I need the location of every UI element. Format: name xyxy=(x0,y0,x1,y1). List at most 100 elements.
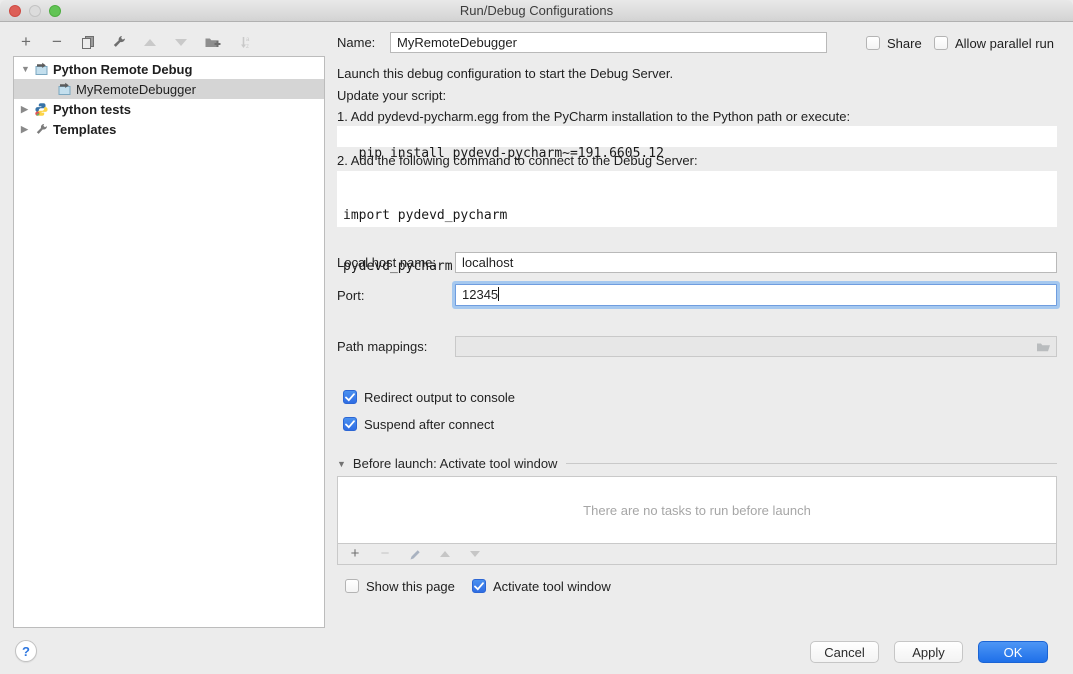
settrace-code-line1: import pydevd_pycharm xyxy=(343,207,1051,224)
pip-install-code: pip install pydevd-pycharm~=191.6605.12 xyxy=(337,126,1057,147)
tree-item-templates[interactable]: ▶ Templates xyxy=(14,119,324,139)
tree-item-myremotedebugger[interactable]: MyRemoteDebugger xyxy=(14,79,324,99)
update-script-text: Update your script: xyxy=(337,86,446,106)
triangle-down-glyph xyxy=(175,39,187,46)
run-debug-configurations-dialog: { "window": { "title": "Run/Debug Config… xyxy=(0,0,1073,674)
suspend-after-connect-row: Suspend after connect xyxy=(343,416,494,432)
disclosure-triangle-icon[interactable]: ▼ xyxy=(337,459,346,469)
tree-item-label: MyRemoteDebugger xyxy=(76,82,196,97)
move-up-icon xyxy=(141,33,159,51)
chevron-right-icon[interactable]: ▶ xyxy=(21,124,31,135)
minus-glyph: − xyxy=(52,34,62,50)
browse-folder-icon[interactable] xyxy=(1036,340,1051,354)
activate-tool-window-row: Activate tool window xyxy=(472,578,611,594)
redirect-output-checkbox[interactable] xyxy=(343,390,357,404)
port-label: Port: xyxy=(337,285,364,306)
path-mappings-label: Path mappings: xyxy=(337,336,427,357)
chevron-down-icon[interactable]: ▼ xyxy=(21,64,31,74)
check-icon xyxy=(474,582,484,591)
wrench-icon xyxy=(34,122,49,137)
path-mappings-input[interactable] xyxy=(455,336,1057,357)
ok-label: OK xyxy=(1004,645,1023,660)
minimize-window-button xyxy=(29,5,41,17)
title-bar: Run/Debug Configurations xyxy=(0,0,1073,22)
before-launch-task-list: There are no tasks to run before launch … xyxy=(337,476,1057,565)
suspend-after-connect-checkbox[interactable] xyxy=(343,417,357,431)
ok-button[interactable]: OK xyxy=(978,641,1048,663)
show-this-page-row: Show this page xyxy=(345,578,455,594)
triangle-up-glyph xyxy=(440,551,450,557)
check-icon xyxy=(345,393,355,402)
tree-item-label: Python Remote Debug xyxy=(53,62,192,77)
redirect-output-row: Redirect output to console xyxy=(343,389,515,405)
traffic-lights xyxy=(9,5,61,17)
triangle-up-glyph xyxy=(144,39,156,46)
intro-text: Launch this debug configuration to start… xyxy=(337,64,673,84)
zoom-window-button[interactable] xyxy=(49,5,61,17)
cancel-button[interactable]: Cancel xyxy=(810,641,879,663)
port-input[interactable]: 12345 xyxy=(455,284,1057,306)
remove-icon[interactable]: − xyxy=(48,33,66,51)
task-move-down-icon xyxy=(466,545,484,563)
tree-item-label: Python tests xyxy=(53,102,131,117)
before-launch-title: Before launch: Activate tool window xyxy=(353,456,558,471)
name-label: Name: xyxy=(337,32,375,53)
configurations-tree: ▼ Python Remote Debug MyRemoteDebugger ▶… xyxy=(13,56,325,628)
copy-icon[interactable] xyxy=(79,33,97,51)
apply-button[interactable]: Apply xyxy=(894,641,963,663)
new-folder-icon[interactable] xyxy=(203,33,221,51)
task-list-toolbar: + − xyxy=(338,543,1056,564)
add-icon[interactable]: + xyxy=(17,33,35,51)
chevron-right-icon[interactable]: ▶ xyxy=(21,104,31,115)
settrace-code: import pydevd_pycharm pydevd_pycharm.set… xyxy=(337,171,1057,227)
local-host-value: localhost xyxy=(462,255,513,270)
redirect-output-label: Redirect output to console xyxy=(364,390,515,405)
allow-parallel-run-label: Allow parallel run xyxy=(955,36,1054,51)
python-tests-icon xyxy=(34,102,49,117)
local-host-input[interactable]: localhost xyxy=(455,252,1057,273)
svg-text:z: z xyxy=(246,44,249,50)
tree-item-label: Templates xyxy=(53,122,116,137)
svg-text:a: a xyxy=(246,37,250,43)
divider xyxy=(566,463,1057,464)
step1-text: 1. Add pydevd-pycharm.egg from the PyCha… xyxy=(337,107,850,127)
show-this-page-label: Show this page xyxy=(366,579,455,594)
add-task-icon[interactable]: + xyxy=(346,545,364,563)
suspend-after-connect-label: Suspend after connect xyxy=(364,417,494,432)
remove-task-icon: − xyxy=(376,545,394,563)
share-checkbox[interactable] xyxy=(866,36,880,50)
help-question-mark: ? xyxy=(22,644,30,659)
window-title: Run/Debug Configurations xyxy=(460,3,613,18)
run-config-icon xyxy=(34,62,49,77)
triangle-down-glyph xyxy=(470,551,480,557)
minus-glyph: − xyxy=(381,546,390,562)
local-host-label: Local host name: xyxy=(337,252,436,273)
close-window-button[interactable] xyxy=(9,5,21,17)
activate-tool-window-label: Activate tool window xyxy=(493,579,611,594)
check-icon xyxy=(345,420,355,429)
tree-item-python-remote-debug[interactable]: ▼ Python Remote Debug xyxy=(14,59,324,79)
plus-glyph: + xyxy=(351,546,360,562)
edit-defaults-wrench-icon[interactable] xyxy=(110,33,128,51)
port-value: 12345 xyxy=(462,287,498,302)
show-this-page-checkbox[interactable] xyxy=(345,579,359,593)
before-launch-header[interactable]: ▼ Before launch: Activate tool window xyxy=(337,456,1057,471)
apply-label: Apply xyxy=(912,645,945,660)
share-label: Share xyxy=(887,36,922,51)
sort-alphabetically-icon: a z xyxy=(234,33,252,51)
help-button[interactable]: ? xyxy=(15,640,37,662)
edit-task-pencil-icon xyxy=(406,545,424,563)
cancel-label: Cancel xyxy=(824,645,864,660)
name-value: MyRemoteDebugger xyxy=(397,35,517,50)
share-checkbox-row: Share xyxy=(866,35,922,51)
plus-glyph: + xyxy=(21,34,31,50)
allow-parallel-checkbox-row: Allow parallel run xyxy=(934,35,1054,51)
run-config-icon xyxy=(57,82,72,97)
configurations-toolbar: + − a z xyxy=(17,31,252,53)
step2-text: 2. Add the following command to connect … xyxy=(337,151,698,171)
tree-item-python-tests[interactable]: ▶ Python tests xyxy=(14,99,324,119)
allow-parallel-run-checkbox[interactable] xyxy=(934,36,948,50)
name-input[interactable]: MyRemoteDebugger xyxy=(390,32,827,53)
text-caret xyxy=(498,287,499,301)
activate-tool-window-checkbox[interactable] xyxy=(472,579,486,593)
